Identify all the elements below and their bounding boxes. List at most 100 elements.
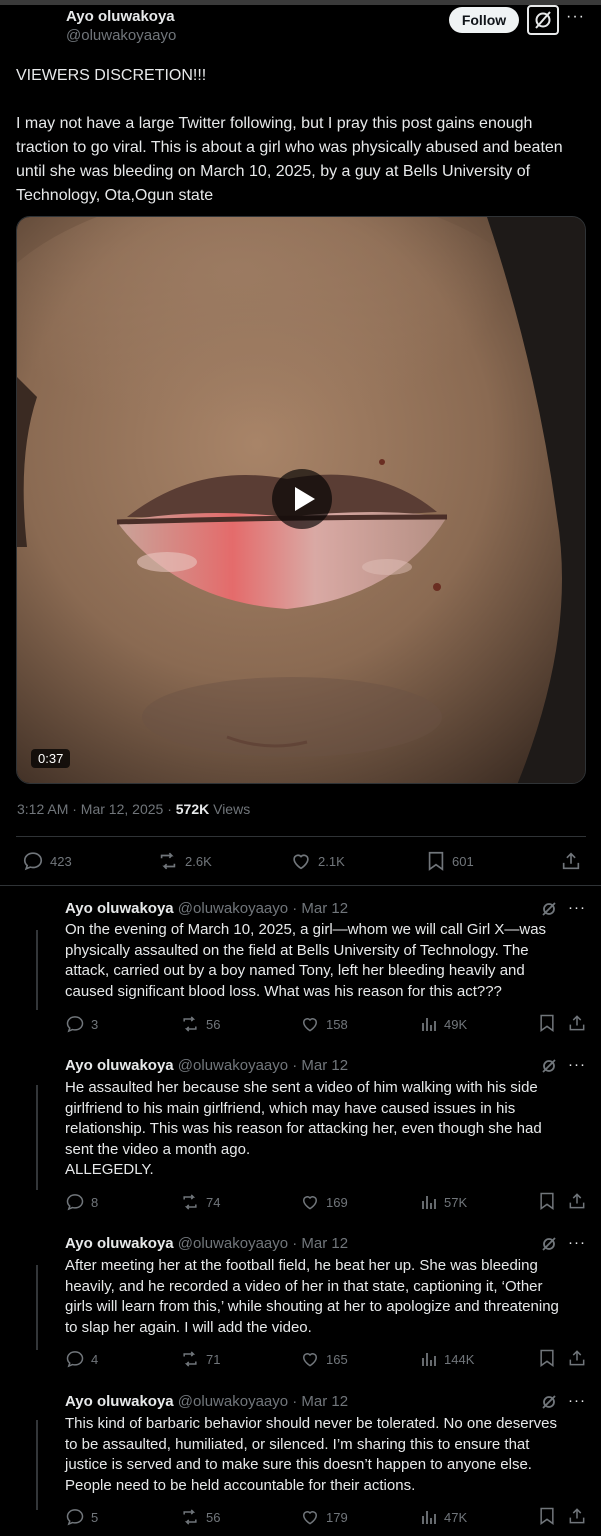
reply-count: 4: [91, 1351, 99, 1367]
repost-icon: [183, 1194, 197, 1210]
like-action[interactable]: 179: [300, 1507, 348, 1527]
repost-count: 56: [206, 1016, 221, 1032]
views-count: 144K: [444, 1351, 475, 1367]
post-text: VIEWERS DISCRETION!!! I may not have a l…: [16, 64, 586, 208]
views-count: 572K: [175, 801, 210, 817]
reply-author-name[interactable]: Ayo oluwakoya: [65, 900, 174, 917]
reply-author-name[interactable]: Ayo oluwakoya: [65, 1057, 174, 1074]
like-action[interactable]: 158: [300, 1014, 348, 1034]
repost-icon: [183, 1016, 197, 1032]
repost-icon: [183, 1351, 197, 1367]
like-count: 169: [326, 1194, 348, 1210]
reply-action[interactable]: 5: [65, 1507, 98, 1527]
repost-icon: [160, 852, 176, 870]
reply-icon: [66, 1194, 84, 1211]
thread-line: [36, 1420, 38, 1510]
repost-action[interactable]: 2.6K: [157, 850, 212, 872]
thread-line: [36, 930, 38, 1010]
reply-action[interactable]: 4: [65, 1349, 98, 1369]
bookmark-action[interactable]: 601: [426, 850, 474, 872]
reply-action[interactable]: 3: [65, 1014, 98, 1034]
video-player[interactable]: 0:37: [16, 216, 586, 784]
repost-count: 2.6K: [185, 853, 212, 869]
reply-handle-date[interactable]: @oluwakoyaayo · Mar 12: [174, 1057, 348, 1074]
views-action[interactable]: 57K: [420, 1192, 467, 1212]
reply-icon: [66, 1351, 84, 1368]
thread-line: [36, 1265, 38, 1350]
views-action[interactable]: 144K: [420, 1349, 474, 1369]
share-icon: [562, 852, 580, 870]
more-options-icon[interactable]: ···: [566, 8, 585, 26]
more-options-icon[interactable]: ···: [568, 1056, 586, 1073]
bookmark-count: 601: [452, 853, 474, 869]
repost-action[interactable]: 74: [180, 1192, 220, 1212]
repost-count: 56: [206, 1509, 221, 1525]
bookmark-icon: [428, 851, 444, 871]
like-action[interactable]: 2.1K: [290, 850, 345, 872]
reply-count: 3: [91, 1016, 99, 1032]
share-icon[interactable]: [567, 1506, 587, 1526]
repost-count: 74: [206, 1194, 221, 1210]
more-options-icon[interactable]: ···: [568, 1234, 586, 1251]
views-count: 47K: [444, 1509, 468, 1525]
author-name[interactable]: Ayo oluwakoya: [66, 8, 175, 25]
share-icon[interactable]: [567, 1191, 587, 1211]
like-action[interactable]: 169: [300, 1192, 348, 1212]
more-options-icon[interactable]: ···: [568, 1392, 586, 1409]
author-handle[interactable]: @oluwakoyaayo: [66, 27, 176, 44]
top-edge: [0, 0, 601, 5]
follow-button[interactable]: Follow: [449, 7, 519, 33]
video-duration: 0:37: [31, 749, 71, 768]
reply-author-name[interactable]: Ayo oluwakoya: [65, 1235, 174, 1252]
grok-icon[interactable]: [540, 1393, 558, 1411]
like-icon: [302, 1511, 318, 1525]
reply-icon: [66, 1016, 84, 1033]
thread-line: [36, 1085, 38, 1190]
repost-action[interactable]: 71: [180, 1349, 220, 1369]
repost-count: 71: [206, 1351, 221, 1367]
reply-header: Ayo oluwakoya @oluwakoyaayo · Mar 12: [65, 1235, 348, 1252]
reply-action[interactable]: 8: [65, 1192, 98, 1212]
reply-count: 5: [91, 1509, 99, 1525]
like-action[interactable]: 165: [300, 1349, 348, 1369]
bookmark-icon[interactable]: [538, 1013, 556, 1033]
reply-header: Ayo oluwakoya @oluwakoyaayo · Mar 12: [65, 1057, 348, 1074]
reply-handle-date[interactable]: @oluwakoyaayo · Mar 12: [174, 1235, 348, 1252]
more-options-icon[interactable]: ···: [568, 899, 586, 916]
views-action[interactable]: 47K: [420, 1507, 467, 1527]
share-action[interactable]: [560, 850, 588, 872]
share-icon[interactable]: [567, 1013, 587, 1033]
bookmark-icon[interactable]: [538, 1191, 556, 1211]
like-count: 179: [326, 1509, 348, 1525]
bookmark-icon[interactable]: [538, 1506, 556, 1526]
reply-count: 8: [91, 1194, 99, 1210]
reply-text: After meeting her at the football field,…: [65, 1257, 559, 1336]
like-count: 165: [326, 1351, 348, 1367]
post-timestamp[interactable]: 3:12 AM · Mar 12, 2025 ·: [17, 801, 176, 817]
share-icon[interactable]: [567, 1348, 587, 1368]
repost-action[interactable]: 56: [180, 1507, 220, 1527]
repost-action[interactable]: 56: [180, 1014, 220, 1034]
reply-author-name[interactable]: Ayo oluwakoya: [65, 1393, 174, 1410]
play-button[interactable]: [272, 469, 332, 529]
reply-icon: [66, 1509, 84, 1526]
reply-text: This kind of barbaric behavior should ne…: [65, 1415, 557, 1494]
views-count: 57K: [444, 1194, 468, 1210]
reply-action[interactable]: 423: [22, 850, 72, 872]
grok-icon[interactable]: [540, 900, 558, 918]
views-action[interactable]: 49K: [420, 1014, 467, 1034]
bookmark-icon[interactable]: [538, 1348, 556, 1368]
reply-handle-date[interactable]: @oluwakoyaayo · Mar 12: [174, 900, 348, 917]
repost-icon: [183, 1509, 197, 1525]
views-icon: [422, 1353, 436, 1366]
reply-handle-date[interactable]: @oluwakoyaayo · Mar 12: [174, 1393, 348, 1410]
grok-icon[interactable]: [527, 5, 559, 35]
grok-icon[interactable]: [540, 1235, 558, 1253]
like-icon: [293, 854, 309, 870]
grok-icon[interactable]: [540, 1057, 558, 1075]
play-icon: [295, 487, 315, 511]
section-divider: [0, 885, 601, 886]
like-count: 2.1K: [318, 853, 345, 869]
reply-text: He assaulted her because she sent a vide…: [65, 1079, 542, 1178]
reply-header: Ayo oluwakoya @oluwakoyaayo · Mar 12: [65, 900, 348, 917]
